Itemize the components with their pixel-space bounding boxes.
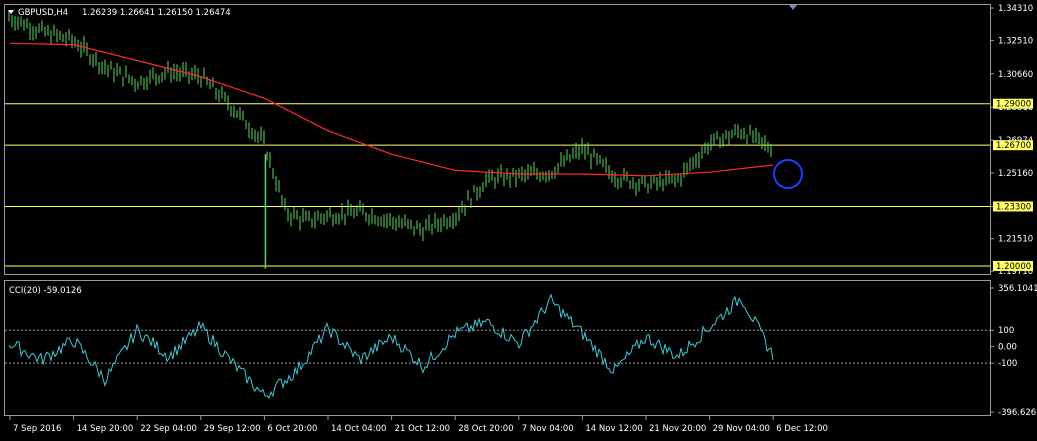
time-tick-label: 22 Sep 04:00 (140, 424, 197, 434)
price-tick-label: 1.32510 (998, 36, 1033, 46)
price-tick-label: 1.30660 (998, 70, 1033, 80)
time-tick-label: 28 Oct 20:00 (458, 424, 513, 434)
chart-background (0, 0, 1037, 441)
time-tick-label: 29 Sep 12:00 (204, 424, 261, 434)
cci-tick-label: 100 (998, 326, 1014, 336)
time-tick-label: 6 Oct 20:00 (267, 424, 317, 434)
time-tick-label: 14 Sep 20:00 (77, 424, 134, 434)
level-price-label: 1.23300 (996, 202, 1031, 212)
chart-canvas: 1.343101.325101.306601.288101.269741.251… (0, 0, 1037, 441)
chart-symbol: GBPUSD,H4 (18, 8, 68, 18)
cci-tick-label: -100 (998, 359, 1017, 369)
cci-label: CCI(20) -59.0126 (9, 286, 82, 296)
chart-ohlc: 1.26239 1.26641 1.26150 1.26474 (82, 8, 231, 18)
time-tick-label: 21 Nov 20:00 (649, 424, 706, 434)
price-tick-label: 1.34310 (998, 4, 1033, 14)
time-tick-label: 14 Nov 12:00 (585, 424, 642, 434)
cci-tick-label: 0.00 (998, 343, 1017, 353)
time-tick-label: 7 Sep 2016 (13, 424, 61, 434)
level-price-label: 1.26700 (996, 141, 1031, 151)
time-tick-label: 29 Nov 04:00 (713, 424, 770, 434)
cci-tick-label: 356.1041 (998, 284, 1037, 294)
time-tick-label: 6 Dec 12:00 (776, 424, 828, 434)
level-price-label: 1.29000 (996, 100, 1031, 110)
time-tick-label: 21 Oct 12:00 (395, 424, 450, 434)
cci-tick-label: -396.6265 (998, 408, 1037, 418)
time-tick-label: 14 Oct 04:00 (331, 424, 386, 434)
level-price-label: 1.20000 (996, 262, 1031, 272)
time-tick-label: 7 Nov 04:00 (522, 424, 574, 434)
price-tick-label: 1.21510 (998, 235, 1033, 245)
price-tick-label: 1.25160 (998, 169, 1033, 179)
